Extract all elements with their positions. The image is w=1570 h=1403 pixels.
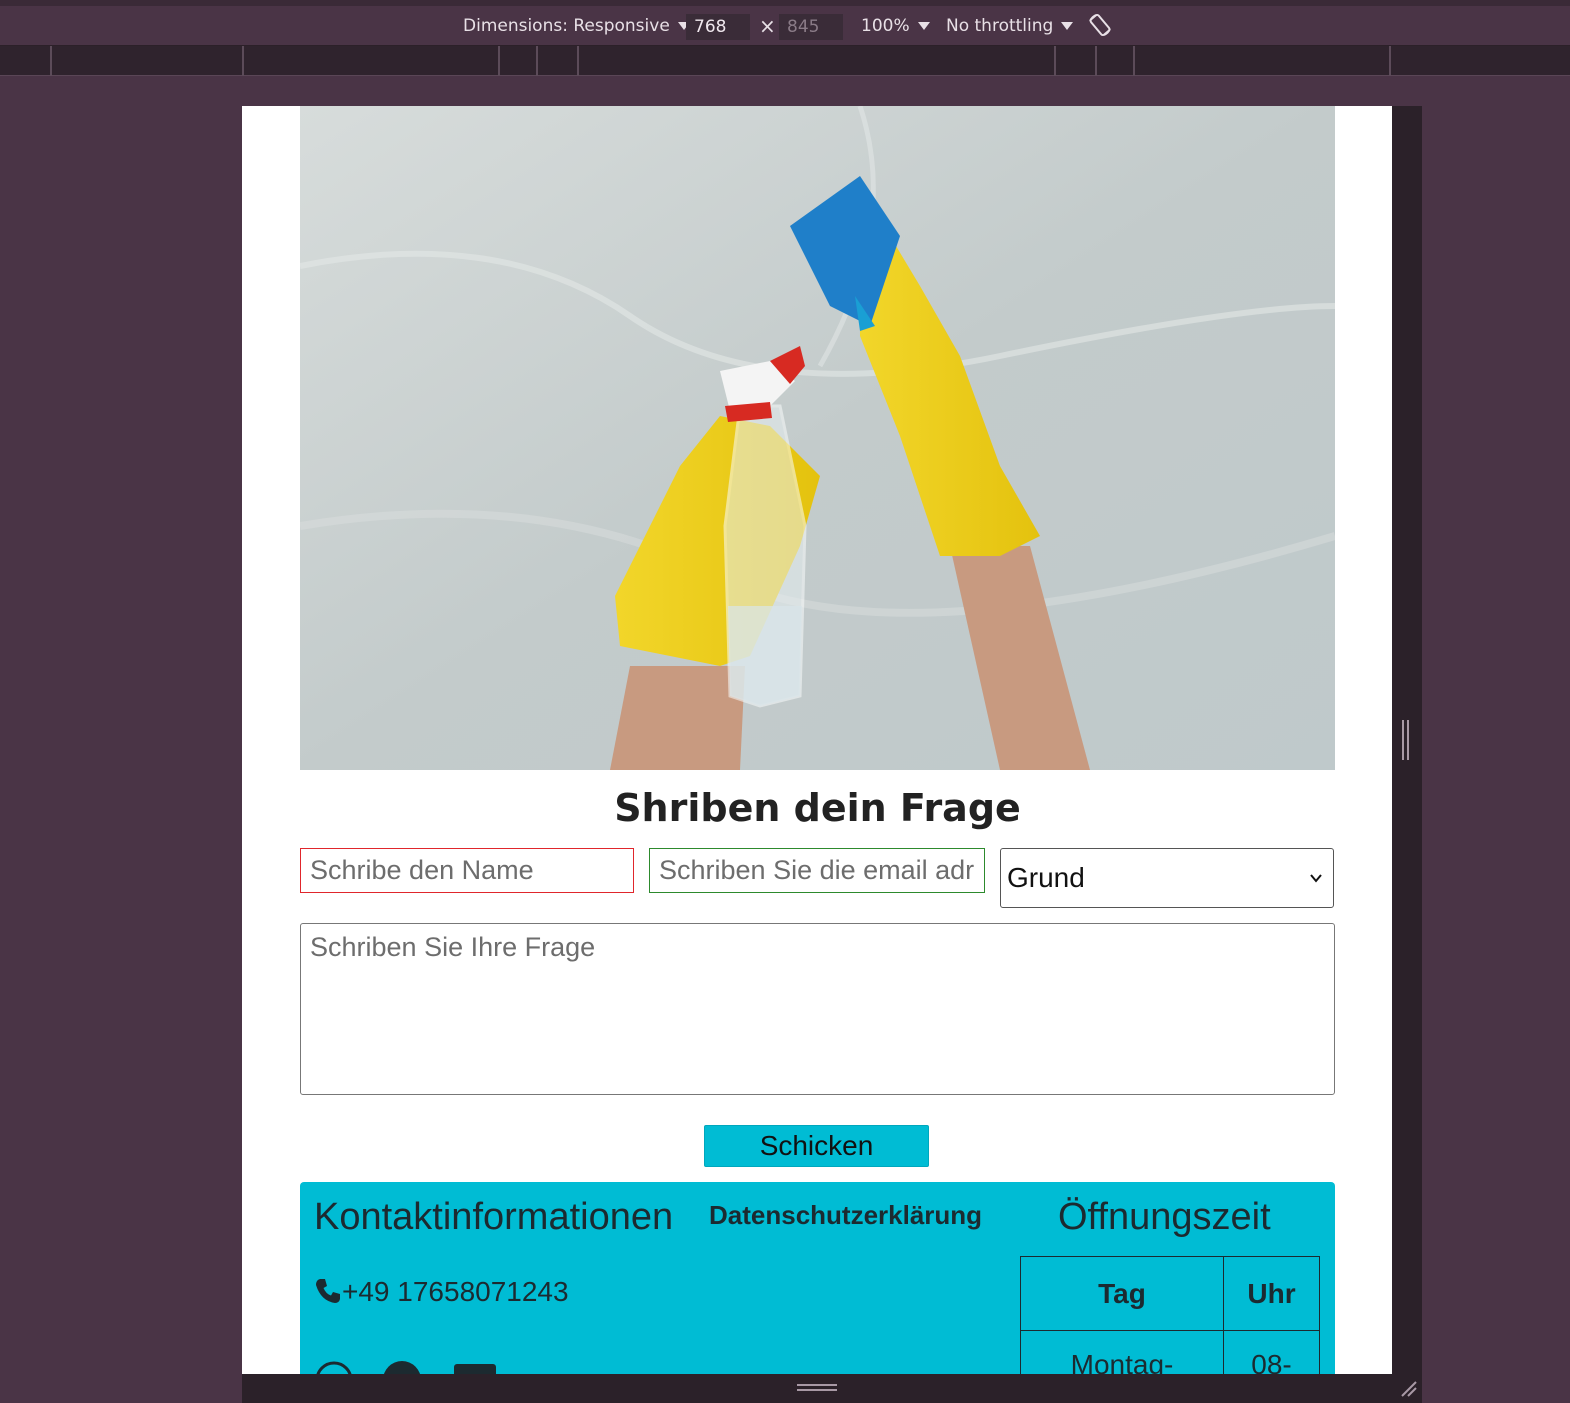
phone-number: +49 17658071243 <box>342 1276 569 1307</box>
height-input[interactable]: 845 <box>779 14 843 40</box>
dimensions-label: Dimensions: Responsive <box>463 16 670 36</box>
submit-button[interactable]: Schicken <box>704 1125 929 1167</box>
zoom-dropdown[interactable]: 100% <box>861 6 930 46</box>
hours-cell-time: 08- <box>1223 1330 1320 1374</box>
times-sign: × <box>759 14 776 38</box>
hours-header-day: Tag <box>1020 1256 1224 1331</box>
reason-select[interactable]: Grund <box>1000 848 1334 908</box>
media-query-ruler <box>0 46 1570 76</box>
hours-header-time: Uhr <box>1223 1256 1320 1331</box>
rotate-icon[interactable] <box>1087 12 1113 38</box>
email-icon[interactable] <box>452 1360 498 1374</box>
chevron-down-icon <box>917 22 930 30</box>
page-title: Shriben dein Frage <box>614 786 1021 830</box>
table-row: Montag- 08- <box>1020 1330 1320 1374</box>
phone-icon <box>316 1279 340 1303</box>
chevron-down-icon <box>1061 22 1074 30</box>
device-toolbar: Dimensions: Responsive 768 × 845 100% No… <box>0 6 1570 46</box>
resize-handle-bottom[interactable] <box>797 1384 837 1394</box>
hours-heading: Öffnungszeit <box>1058 1196 1271 1238</box>
hero-image <box>300 106 1335 770</box>
page-viewport: Shriben dein Frage Grund Schicken Kontak… <box>242 106 1392 1374</box>
hours-cell-day: Montag- <box>1020 1330 1224 1374</box>
throttling-dropdown[interactable]: No throttling <box>946 6 1074 46</box>
dimensions-dropdown[interactable]: Dimensions: Responsive <box>463 6 690 46</box>
whatsapp-icon[interactable] <box>314 1360 354 1374</box>
name-input[interactable] <box>300 848 634 893</box>
resize-handle-right[interactable] <box>1402 720 1411 760</box>
contact-heading: Kontaktinformationen <box>314 1196 674 1238</box>
message-textarea[interactable] <box>300 923 1335 1095</box>
resize-corner-icon[interactable] <box>1398 1378 1418 1398</box>
circle-icon[interactable] <box>382 1360 422 1374</box>
hours-table: Tag Uhr Montag- 08- <box>1020 1256 1320 1374</box>
footer: Kontaktinformationen Datenschutzerklärun… <box>300 1182 1335 1374</box>
reason-select-value: Grund <box>1007 862 1085 893</box>
chevron-down-icon <box>1310 874 1322 883</box>
privacy-link[interactable]: Datenschutzerklärung <box>709 1200 982 1231</box>
email-input[interactable] <box>649 848 985 893</box>
width-input[interactable]: 768 <box>686 14 750 40</box>
phone-link[interactable]: +49 17658071243 <box>314 1276 569 1308</box>
zoom-label: 100% <box>861 16 910 36</box>
throttling-label: No throttling <box>946 16 1054 36</box>
